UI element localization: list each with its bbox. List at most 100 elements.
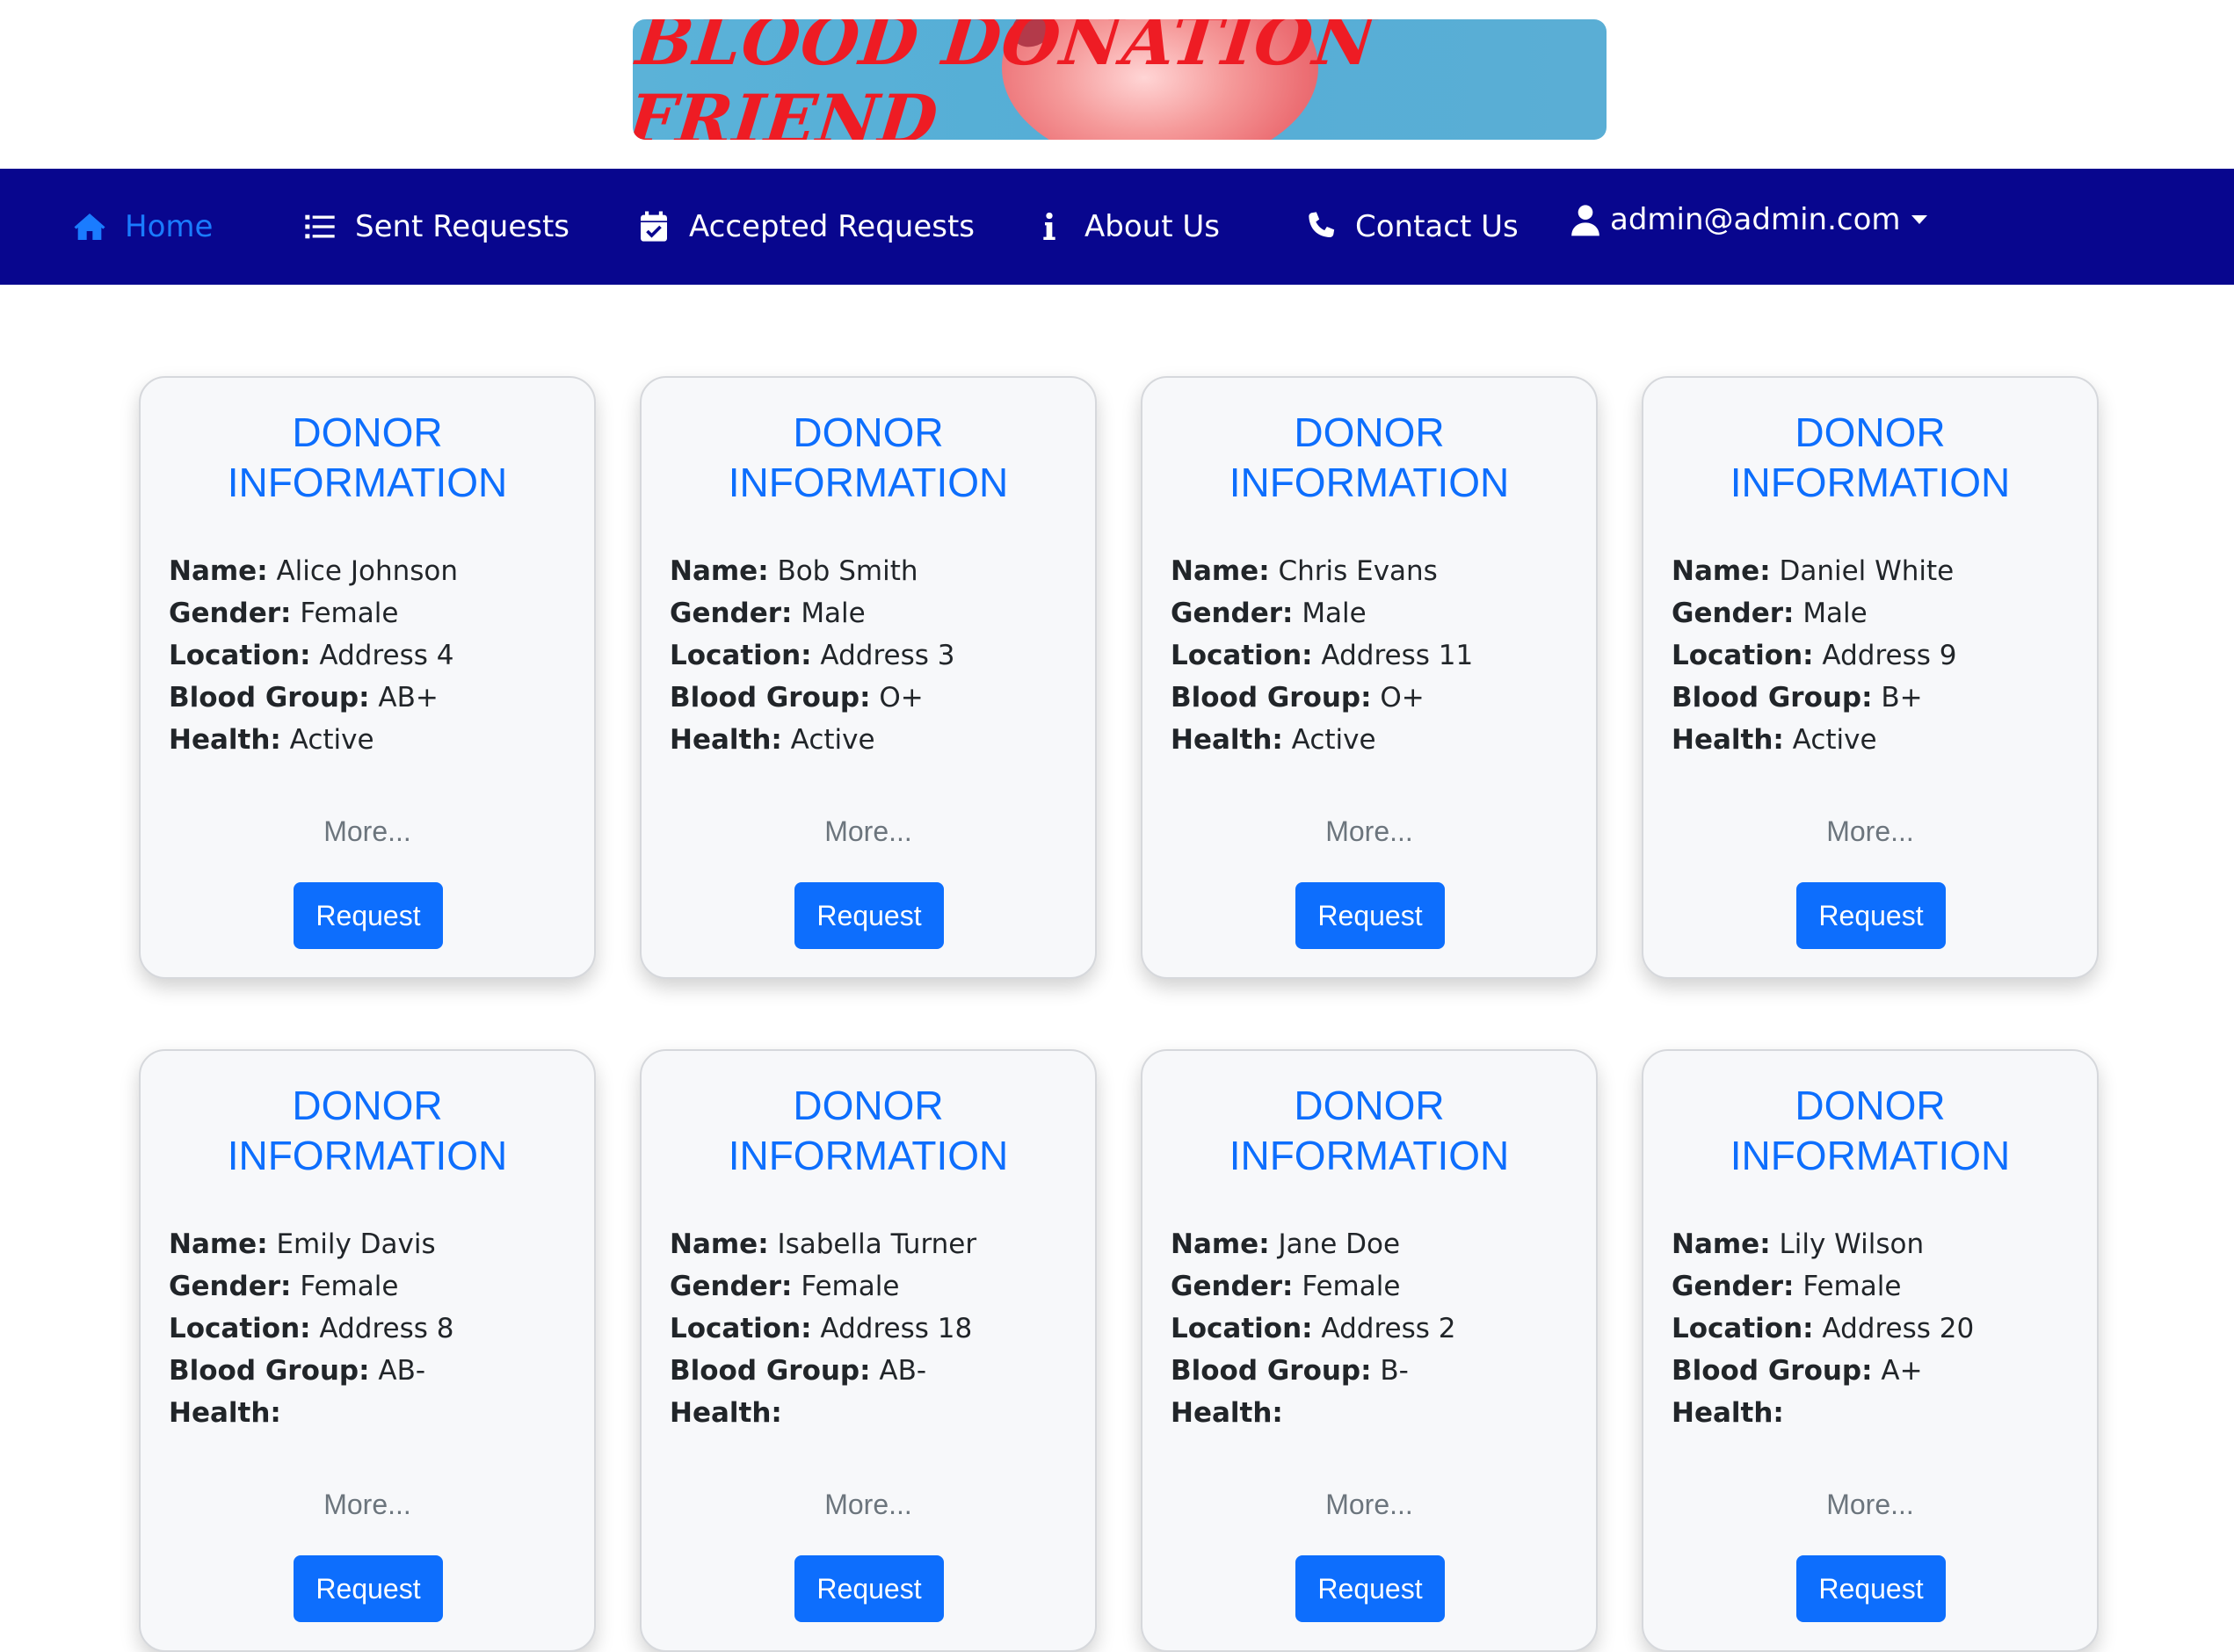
site-title: BLOOD DONATION FRIEND: [633, 19, 1380, 140]
calendar-check-icon: [635, 207, 673, 246]
donor-field-blood-group: Blood Group: B+: [1672, 677, 2076, 719]
donor-field-health: Health:: [1672, 1392, 2076, 1434]
donor-field-value: Address 4: [319, 640, 454, 671]
donor-field-value: AB-: [879, 1355, 927, 1387]
more-link[interactable]: More...: [141, 815, 594, 848]
more-link[interactable]: More...: [1142, 1489, 1596, 1521]
donor-field-label: Health:: [1171, 724, 1283, 756]
request-button[interactable]: Request: [1796, 882, 1946, 949]
request-button[interactable]: Request: [794, 882, 944, 949]
donor-card-title-line: DONOR: [292, 1083, 443, 1128]
user-dropdown-toggle[interactable]: admin@admin.com: [1566, 162, 1927, 278]
donor-field-value: Active: [1291, 724, 1376, 756]
donor-field-value: Female: [300, 598, 399, 629]
donor-card-title: DONOR INFORMATION: [1643, 1081, 2097, 1181]
donor-field-value: Female: [1802, 1271, 1902, 1302]
header-banner-area: BLOOD DONATION FRIEND: [0, 0, 2234, 169]
more-link[interactable]: More...: [1142, 815, 1596, 848]
donor-field-value: Male: [1302, 598, 1367, 629]
request-button[interactable]: Request: [294, 1555, 443, 1622]
more-link[interactable]: More...: [141, 1489, 594, 1521]
donor-field-gender: Gender: Female: [169, 1265, 573, 1308]
donor-field-blood-group: Blood Group: A+: [1672, 1350, 2076, 1392]
donor-field-location: Location: Address 9: [1672, 634, 2076, 677]
donor-field-value: Active: [790, 724, 875, 756]
donor-field-value: Female: [1302, 1271, 1401, 1302]
donor-field-location: Location: Address 3: [670, 634, 1074, 677]
donor-card-title-line: INFORMATION: [227, 460, 508, 505]
donor-field-label: Location:: [1672, 1313, 1814, 1344]
donor-field-value: Female: [801, 1271, 900, 1302]
donor-field-value: Address 11: [1321, 640, 1474, 671]
nav-contact-us-link[interactable]: Contact Us: [1301, 169, 1519, 285]
donor-field-label: Gender:: [670, 1271, 793, 1302]
donor-card-title-line: DONOR: [1795, 409, 1946, 455]
donor-fields: Name: Bob Smith Gender: Male Location: Add…: [670, 550, 1074, 761]
donor-field-label: Location:: [1171, 640, 1313, 671]
donor-field-name: Name: Chris Evans: [1171, 550, 1575, 592]
donor-field-name: Name: Jane Doe: [1171, 1223, 1575, 1265]
donor-card-title-line: DONOR: [1795, 1083, 1946, 1128]
donor-field-value: Address 3: [820, 640, 955, 671]
donor-field-health: Health: Active: [1672, 719, 2076, 761]
donor-field-label: Gender:: [1171, 1271, 1294, 1302]
site-logo-banner[interactable]: BLOOD DONATION FRIEND: [633, 19, 1607, 140]
donor-field-blood-group: Blood Group: AB-: [169, 1350, 573, 1392]
donor-field-health: Health:: [169, 1392, 573, 1434]
more-link[interactable]: More...: [1643, 815, 2097, 848]
donor-field-gender: Gender: Male: [670, 592, 1074, 634]
donor-fields: Name: Jane Doe Gender: Female Location: Ad…: [1171, 1223, 1575, 1434]
donor-field-name: Name: Bob Smith: [670, 550, 1074, 592]
donor-field-value: Active: [1792, 724, 1877, 756]
donor-fields: Name: Daniel White Gender: Male Location: …: [1672, 550, 2076, 761]
nav-about-us-label: About Us: [1084, 209, 1220, 244]
donor-field-label: Location:: [169, 1313, 311, 1344]
donor-card-title-line: DONOR: [1294, 1083, 1445, 1128]
donor-field-label: Gender:: [1672, 1271, 1795, 1302]
request-button[interactable]: Request: [1295, 882, 1445, 949]
donor-field-value: AB-: [378, 1355, 426, 1387]
request-button[interactable]: Request: [1295, 1555, 1445, 1622]
donor-field-gender: Gender: Female: [670, 1265, 1074, 1308]
donor-field-value: O+: [1380, 682, 1425, 714]
donor-field-value: Address 9: [1822, 640, 1957, 671]
more-link[interactable]: More...: [642, 815, 1095, 848]
donor-field-label: Health:: [1672, 1397, 1784, 1429]
request-button[interactable]: Request: [794, 1555, 944, 1622]
donor-field-label: Health:: [1672, 724, 1784, 756]
donor-field-health: Health:: [670, 1392, 1074, 1434]
more-link[interactable]: More...: [1643, 1489, 2097, 1521]
donor-field-location: Location: Address 4: [169, 634, 573, 677]
donor-field-label: Name:: [670, 1228, 769, 1260]
donor-field-label: Blood Group:: [1171, 1355, 1372, 1387]
donor-field-value: Isabella Turner: [777, 1228, 977, 1260]
nav-home-link[interactable]: Home: [70, 169, 213, 285]
request-button[interactable]: Request: [294, 882, 443, 949]
donor-card-title-line: INFORMATION: [227, 1133, 508, 1178]
nav-accepted-requests-link[interactable]: Accepted Requests: [635, 169, 975, 285]
donor-fields: Name: Chris Evans Gender: Male Location: A…: [1171, 550, 1575, 761]
donor-field-label: Health:: [169, 1397, 281, 1429]
donor-field-label: Name:: [670, 555, 769, 587]
donor-card-title-line: DONOR: [292, 409, 443, 455]
donor-fields: Name: Alice Johnson Gender: Female Locatio…: [169, 550, 573, 761]
donor-fields: Name: Isabella Turner Gender: Female Locat…: [670, 1223, 1074, 1434]
user-icon: [1566, 200, 1605, 239]
donor-field-blood-group: Blood Group: O+: [670, 677, 1074, 719]
donor-fields: Name: Lily Wilson Gender: Female Location:…: [1672, 1223, 2076, 1434]
donor-card-title-line: INFORMATION: [1229, 1133, 1510, 1178]
request-button[interactable]: Request: [1796, 1555, 1946, 1622]
donor-card-title: DONOR INFORMATION: [642, 1081, 1095, 1181]
nav-about-us-link[interactable]: About Us: [1030, 169, 1220, 285]
donor-field-blood-group: Blood Group: O+: [1171, 677, 1575, 719]
donor-card-title: DONOR INFORMATION: [1142, 1081, 1596, 1181]
donor-field-label: Name:: [169, 1228, 268, 1260]
nav-sent-requests-link[interactable]: Sent Requests: [301, 169, 569, 285]
donor-field-label: Name:: [1672, 555, 1771, 587]
donor-field-location: Location: Address 8: [169, 1308, 573, 1350]
donor-field-value: B+: [1881, 682, 1923, 714]
donor-field-label: Name:: [1672, 1228, 1771, 1260]
more-link[interactable]: More...: [642, 1489, 1095, 1521]
donor-field-label: Health:: [169, 724, 281, 756]
donor-field-location: Location: Address 11: [1171, 634, 1575, 677]
